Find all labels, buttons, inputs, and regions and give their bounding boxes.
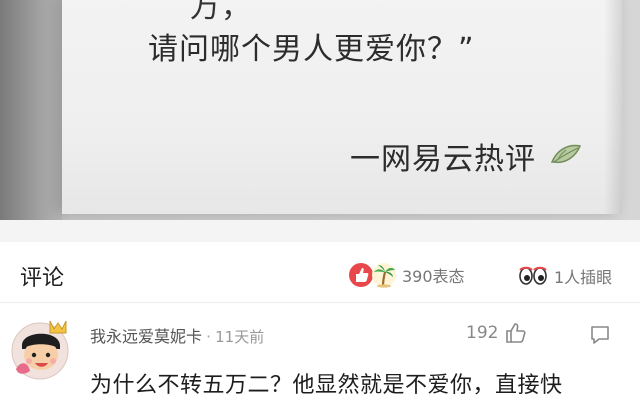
leaf-icon <box>550 144 582 164</box>
meta-separator: · <box>206 327 212 346</box>
palm-tree-reaction-icon <box>372 263 396 288</box>
section-gap <box>0 220 640 242</box>
quote-line: 请问哪个男人更爱你？” <box>148 32 475 67</box>
comment-item[interactable]: 我永远爱莫妮卡 · 11天前 192 为什么不转五万二？他显然就是不爱你，直接快 <box>0 303 640 400</box>
like-count: 192 <box>466 323 499 343</box>
quote-top-fragment: 万， <box>190 0 252 25</box>
eyes-summary[interactable]: 1人插眼 <box>518 264 612 288</box>
comment-time: 11天前 <box>215 328 265 346</box>
eyes-count: 1人插眼 <box>554 268 613 287</box>
avatar[interactable] <box>10 315 74 381</box>
reply-icon[interactable] <box>588 323 612 347</box>
comments-header: 评论 390表态 1人插眼 <box>0 242 640 302</box>
like-button[interactable]: 192 <box>466 321 528 345</box>
comment-meta: 我永远爱莫妮卡 · 11天前 <box>90 323 264 347</box>
comment-text: 为什么不转五万二？他显然就是不爱你，直接快 <box>90 373 563 398</box>
book-spine <box>0 0 62 220</box>
eyes-icon <box>519 266 547 285</box>
comments-title: 评论 <box>20 266 65 291</box>
post-image[interactable]: 万， 请问哪个男人更爱你？” 一网易云热评 <box>0 0 640 220</box>
reactions-summary[interactable]: 390表态 <box>348 262 465 288</box>
like-icon <box>506 323 527 343</box>
quote-signature: 一网易云热评 <box>350 142 536 177</box>
username[interactable]: 我永远爱莫妮卡 <box>90 327 202 346</box>
reactions-count: 390表态 <box>402 267 465 286</box>
